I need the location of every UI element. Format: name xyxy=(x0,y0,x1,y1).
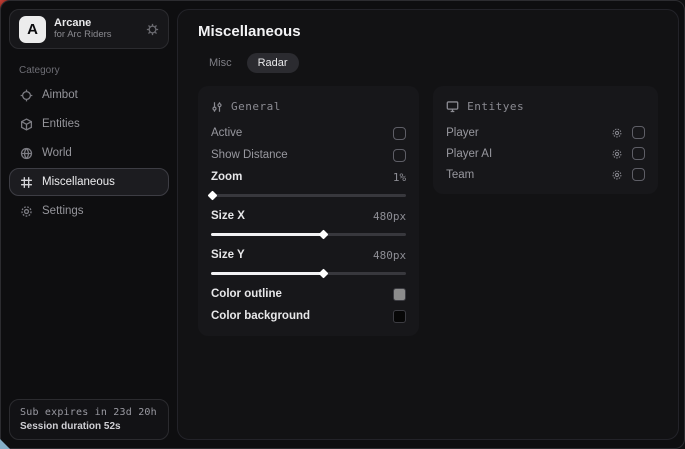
entities-card-title: Entityes xyxy=(467,100,524,113)
globe-icon xyxy=(20,147,33,160)
setting-row-color-background: Color background xyxy=(211,305,406,327)
slider-track xyxy=(325,272,406,275)
general-card-header: General xyxy=(211,100,406,113)
setting-row-zoom: Zoom 1% xyxy=(211,166,406,188)
monitor-icon xyxy=(446,100,459,113)
crosshair-icon xyxy=(20,89,33,102)
size-y-slider[interactable] xyxy=(211,267,406,279)
setting-label: Zoom xyxy=(211,171,242,183)
zoom-slider[interactable] xyxy=(211,189,406,201)
slider-thumb[interactable] xyxy=(319,229,329,239)
brand-card: A Arcane for Arc Riders xyxy=(9,9,169,49)
entities-card-header: Entityes xyxy=(446,100,645,113)
desktop-background: A Arcane for Arc Riders Category xyxy=(0,0,685,449)
cursor-artifact xyxy=(0,439,10,449)
sidebar-item-settings[interactable]: Settings xyxy=(9,197,169,225)
entity-label: Team xyxy=(446,169,474,181)
active-checkbox[interactable] xyxy=(393,127,406,140)
brand-logo: A xyxy=(19,16,46,43)
tab-radar[interactable]: Radar xyxy=(247,53,299,73)
entity-controls xyxy=(611,168,645,181)
setting-row-size-y: Size Y 480px xyxy=(211,244,406,266)
sidebar-item-label: Entities xyxy=(42,118,80,130)
gear-icon xyxy=(20,205,33,218)
page-title: Miscellaneous xyxy=(198,23,658,40)
slider-track xyxy=(214,194,406,197)
setting-label: Color background xyxy=(211,310,310,322)
slider-thumb[interactable] xyxy=(319,268,329,278)
brand-gear-icon[interactable] xyxy=(146,23,159,36)
sidebar-item-label: Settings xyxy=(42,205,84,217)
sub-expiry-text: Sub expires in 23d 20h xyxy=(20,407,158,418)
slider-fill xyxy=(211,272,322,275)
size-y-value: 480px xyxy=(373,249,406,262)
main-panel: Miscellaneous Misc Radar xyxy=(177,9,679,440)
setting-label: Size Y xyxy=(211,249,245,261)
entity-row-team: Team xyxy=(446,164,645,185)
sliders-icon xyxy=(211,101,223,113)
app-window: A Arcane for Arc Riders Category xyxy=(0,0,685,449)
player-ai-checkbox[interactable] xyxy=(632,147,645,160)
sidebar-item-label: World xyxy=(42,147,72,159)
setting-row-color-outline: Color outline xyxy=(211,283,406,305)
entity-row-player: Player xyxy=(446,122,645,143)
color-outline-swatch[interactable] xyxy=(393,288,406,301)
sidebar-item-aimbot[interactable]: Aimbot xyxy=(9,81,169,109)
setting-label: Color outline xyxy=(211,288,282,300)
cards-row: General Active Show Distance Zoom 1% xyxy=(198,86,658,336)
slider-fill xyxy=(211,233,322,236)
general-card: General Active Show Distance Zoom 1% xyxy=(198,86,419,336)
zoom-value: 1% xyxy=(393,171,406,184)
setting-label: Size X xyxy=(211,210,245,222)
setting-row-active: Active xyxy=(211,122,406,144)
sidebar-item-world[interactable]: World xyxy=(9,139,169,167)
brand-name: Arcane xyxy=(54,17,112,30)
show-distance-checkbox[interactable] xyxy=(393,149,406,162)
brand-text: Arcane for Arc Riders xyxy=(54,17,112,41)
entity-gear-icon[interactable] xyxy=(611,127,623,139)
entity-gear-icon[interactable] xyxy=(611,169,623,181)
sidebar-item-label: Miscellaneous xyxy=(42,176,115,188)
sidebar-nav: Aimbot Entities xyxy=(9,81,169,226)
slider-track xyxy=(325,233,406,236)
tab-misc[interactable]: Misc xyxy=(198,53,243,73)
sidebar: A Arcane for Arc Riders Category xyxy=(1,1,177,448)
subscription-card: Sub expires in 23d 20h Session duration … xyxy=(9,399,169,440)
entity-gear-icon[interactable] xyxy=(611,148,623,160)
team-checkbox[interactable] xyxy=(632,168,645,181)
setting-row-show-distance: Show Distance xyxy=(211,144,406,166)
sidebar-item-entities[interactable]: Entities xyxy=(9,110,169,138)
entity-label: Player xyxy=(446,127,479,139)
setting-label: Show Distance xyxy=(211,149,288,161)
grid-icon xyxy=(20,176,33,189)
entities-card: Entityes Player xyxy=(433,86,658,194)
size-x-slider[interactable] xyxy=(211,228,406,240)
general-card-title: General xyxy=(231,100,281,113)
sidebar-item-label: Aimbot xyxy=(42,89,78,101)
category-label: Category xyxy=(19,65,169,76)
sidebar-item-miscellaneous[interactable]: Miscellaneous xyxy=(9,168,169,196)
entity-row-player-ai: Player AI xyxy=(446,143,645,164)
setting-row-size-x: Size X 480px xyxy=(211,205,406,227)
session-duration-text: Session duration 52s xyxy=(20,421,158,432)
entity-controls xyxy=(611,147,645,160)
size-x-value: 480px xyxy=(373,210,406,223)
player-checkbox[interactable] xyxy=(632,126,645,139)
cube-icon xyxy=(20,118,33,131)
entity-controls xyxy=(611,126,645,139)
setting-label: Active xyxy=(211,127,242,139)
brand-subtitle: for Arc Riders xyxy=(54,30,112,41)
entity-label: Player AI xyxy=(446,148,492,160)
slider-thumb[interactable] xyxy=(208,190,218,200)
color-background-swatch[interactable] xyxy=(393,310,406,323)
tab-bar: Misc Radar xyxy=(198,53,658,73)
